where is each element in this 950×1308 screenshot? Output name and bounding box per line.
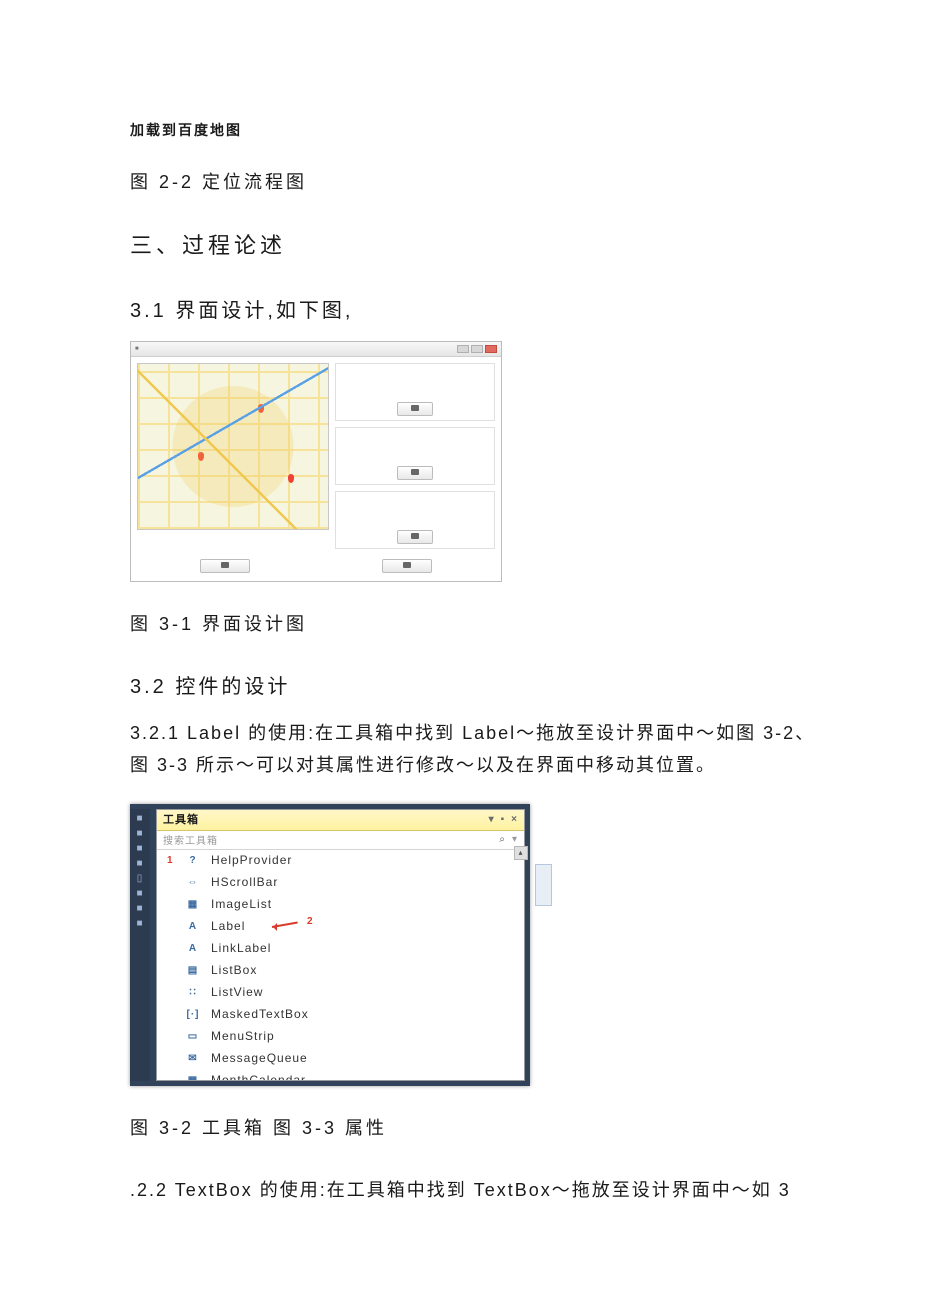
item-icon: ▦ [185,897,201,911]
section-3-heading: 三、过程论述 [130,228,820,260]
adjacent-panel-edge [535,864,552,906]
item-label: MonthCalendar [211,1073,306,1080]
window-title: ■ [135,346,140,352]
item-icon: A [185,919,201,933]
figure-3-1-app-window: ■ [130,341,502,582]
callout-arrow-icon [272,919,302,933]
item-label: HScrollBar [211,875,278,889]
small-button[interactable] [397,530,433,544]
sidebar-glyph-icon: ■ [130,828,150,839]
toolbox-search[interactable]: 搜索工具箱 ⌕ ▾ [157,831,524,850]
toolbox-item-hscrollbar[interactable]: ⇔ HScrollBar [157,872,524,894]
toolbox-item-maskedtextbox[interactable]: [·] MaskedTextBox [157,1004,524,1026]
toolbox-item-listbox[interactable]: ▤ ListBox [157,960,524,982]
toolbox-title: 工具箱 [163,810,199,830]
textbox-slot[interactable] [335,427,495,485]
item-icon: ∷ [185,985,201,999]
small-button[interactable] [397,466,433,480]
item-label: ListBox [211,963,257,977]
item-label: MenuStrip [211,1029,275,1043]
toolbox-search-placeholder: 搜索工具箱 [163,832,218,847]
toolbox-item-monthcalendar[interactable]: ▦ MonthCalendar [157,1070,524,1080]
right-pane [335,363,495,549]
autohide-pin-icon[interactable]: ▪ [501,810,506,830]
small-button[interactable] [397,402,433,416]
item-icon: ✉ [185,1051,201,1065]
sidebar-glyph-icon: ▯ [130,873,150,884]
paragraph-3-2-2: .2.2 TextBox 的使用:在工具箱中找到 TextBox～拖放至设计界面… [130,1174,820,1206]
item-label: LinkLabel [211,941,271,955]
document-page: 加载到百度地图 图 2-2 定位流程图 三、过程论述 3.1 界面设计,如下图,… [0,0,950,1308]
window-controls [457,345,497,353]
overline-text: 加载到百度地图 [130,120,820,140]
item-label: MaskedTextBox [211,1007,309,1021]
search-icon: ⌕ [499,834,506,845]
item-icon: A [185,941,201,955]
sidebar-glyph-icon: ■ [130,813,150,824]
callout-marker-1: 1 [167,855,174,866]
item-label: ListView [211,985,263,999]
window-titlebar: ■ [131,342,501,357]
map-pin-icon [258,404,264,413]
sidebar-glyph-icon: ■ [130,843,150,854]
toolbox-item-menustrip[interactable]: ▭ MenuStrip [157,1026,524,1048]
vs-side-tabs: ■ ■ ■ ■ ▯ ■ ■ ■ [130,809,150,1081]
item-icon: ▭ [185,1029,201,1043]
clear-search-icon[interactable]: ⌕ ▾ [499,834,518,845]
item-label: ImageList [211,897,272,911]
item-icon: [·] [185,1007,201,1021]
textbox-slot[interactable] [335,363,495,421]
item-icon: ▦ [185,1073,201,1080]
figure-3-1-caption: 图 3-1 界面设计图 [130,610,820,636]
toolbox-item-linklabel[interactable]: A LinkLabel [157,938,524,960]
sidebar-glyph-icon: ■ [130,858,150,869]
paragraph-3-2-1: 3.2.1 Label 的使用:在工具箱中找到 Label～拖放至设计界面中～如… [130,717,820,782]
toolbox-titlebar: 工具箱 ▾ ▪ × [157,810,524,831]
dropdown-icon[interactable]: ▾ [489,810,495,830]
figure-2-2-caption: 图 2-2 定位流程图 [130,168,820,194]
section-3-2-heading: 3.2 控件的设计 [130,670,820,699]
toolbox-item-helpprovider[interactable]: 1 ? HelpProvider [157,850,524,872]
toolbox-panel: 工具箱 ▾ ▪ × 搜索工具箱 ⌕ ▾ ▴ 1 ? HelpP [156,809,525,1081]
footer-button-left[interactable] [200,559,250,573]
toolbox-item-label[interactable]: A Label 2 [157,916,524,938]
callout-marker-2: 2 [307,916,314,927]
item-icon: ▤ [185,963,201,977]
item-icon: ? [185,853,201,867]
figure-3-2-toolbox: ■ ■ ■ ■ ▯ ■ ■ ■ 工具箱 ▾ ▪ × 搜索工具箱 ⌕ [130,804,530,1086]
toolbox-item-messagequeue[interactable]: ✉ MessageQueue [157,1048,524,1070]
toolbox-list: ▴ 1 ? HelpProvider ⇔ HScrollBar ▦ ImageL… [157,850,524,1080]
item-label: HelpProvider [211,853,292,867]
map-pin-icon [198,452,204,461]
toolbox-title-actions: ▾ ▪ × [489,810,518,830]
map-pane[interactable] [137,363,329,530]
item-icon: ⇔ [185,875,201,889]
close-icon[interactable] [485,345,497,353]
toolbox-item-listview[interactable]: ∷ ListView [157,982,524,1004]
textbox-slot[interactable] [335,491,495,549]
footer-button-right[interactable] [382,559,432,573]
window-body [131,357,501,555]
figure-3-2-3-3-caption: 图 3-2 工具箱 图 3-3 属性 [130,1114,820,1140]
close-icon[interactable]: × [511,810,518,830]
item-label: Label [211,919,245,933]
map-pin-icon [288,474,294,483]
section-3-1-heading: 3.1 界面设计,如下图, [130,294,820,323]
sidebar-glyph-icon: ■ [130,903,150,914]
item-label: MessageQueue [211,1051,308,1065]
maximize-icon[interactable] [471,345,483,353]
minimize-icon[interactable] [457,345,469,353]
sidebar-glyph-icon: ■ [130,918,150,929]
toolbox-item-imagelist[interactable]: ▦ ImageList [157,894,524,916]
window-footer [131,555,501,581]
sidebar-glyph-icon: ■ [130,888,150,899]
